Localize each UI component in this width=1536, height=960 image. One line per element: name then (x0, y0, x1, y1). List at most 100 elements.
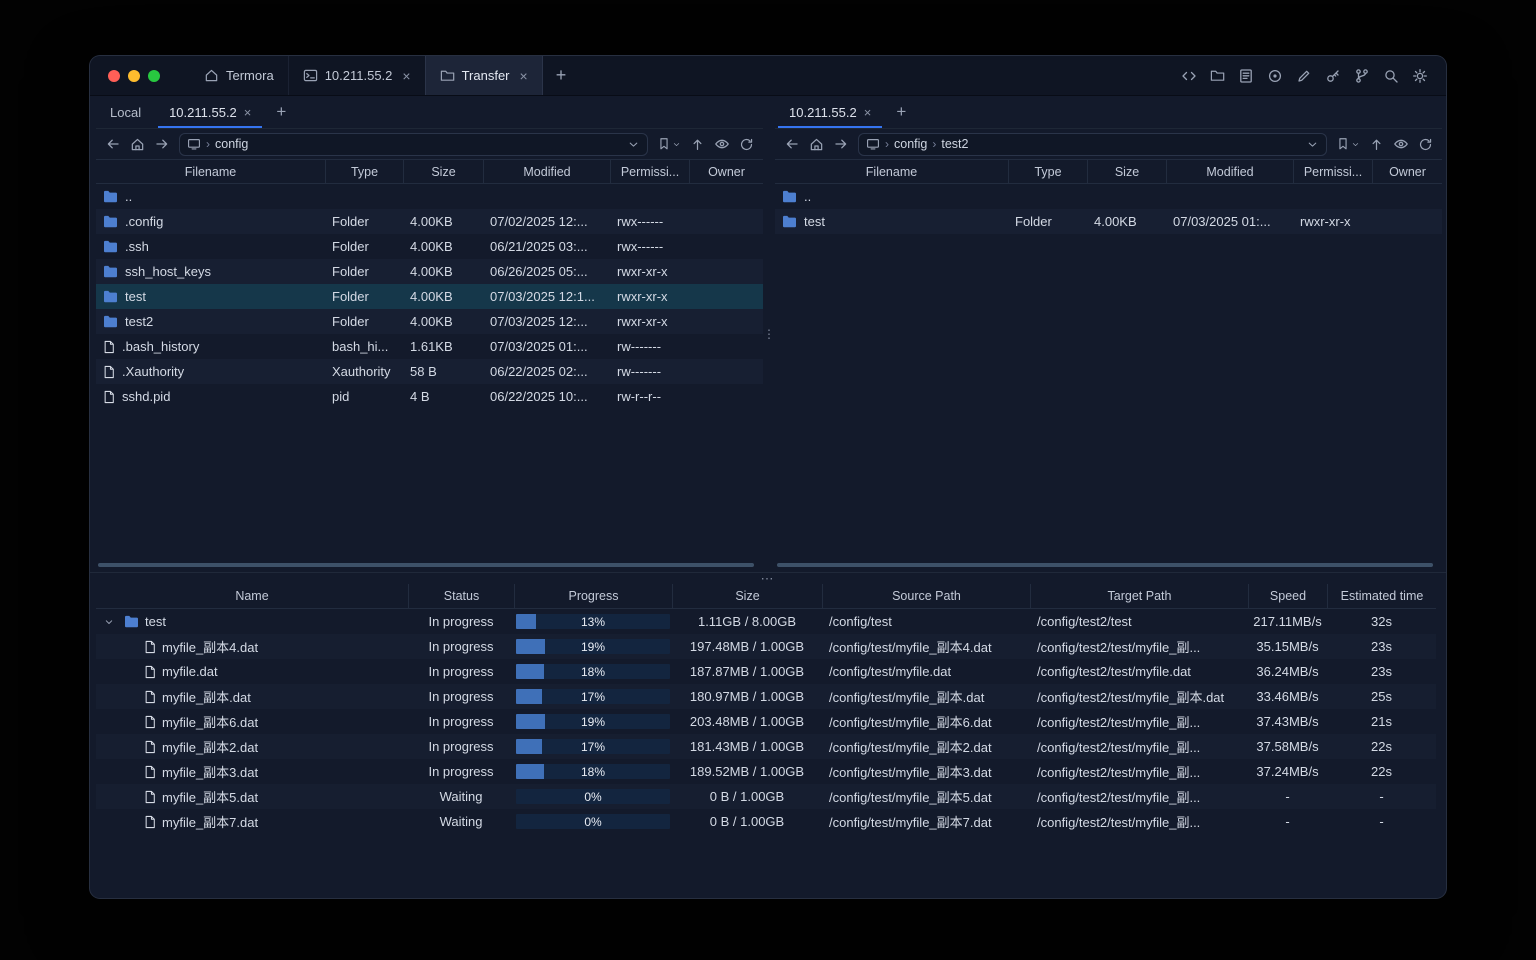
column-header-owner[interactable]: Owner (1372, 160, 1442, 183)
column-header-filename[interactable]: Filename (775, 160, 1008, 183)
horizontal-scrollbar[interactable] (777, 563, 1433, 567)
column-header-type[interactable]: Type (1008, 160, 1087, 183)
branch-icon[interactable] (1354, 68, 1370, 84)
column-header-modified[interactable]: Modified (483, 160, 610, 183)
zoom-window-button[interactable] (148, 69, 160, 82)
computer-icon (187, 137, 201, 151)
home-icon[interactable] (130, 137, 145, 152)
add-panel-tab-button[interactable]: + (885, 96, 917, 128)
panel-tab-10-211-55-2[interactable]: 10.211.55.2 × (775, 96, 885, 128)
close-icon[interactable]: × (864, 106, 872, 119)
breadcrumb-item[interactable]: config (894, 137, 927, 151)
file-permissions: rwxr-xr-x (1300, 214, 1351, 229)
new-tab-button[interactable]: + (543, 56, 580, 95)
transfer-row[interactable]: myfile_副本.dat In progress 17% 180.97MB /… (96, 684, 1436, 709)
column-header-source-path[interactable]: Source Path (822, 584, 1030, 608)
column-header-estimated-time[interactable]: Estimated time (1327, 584, 1436, 608)
code-icon[interactable] (1181, 68, 1197, 84)
transfer-row[interactable]: myfile.dat In progress 18% 187.87MB / 1.… (96, 659, 1436, 684)
chevron-down-icon[interactable] (627, 138, 640, 151)
file-permissions: rwx------ (617, 214, 664, 229)
column-header-permissi[interactable]: Permissi... (610, 160, 689, 183)
horizontal-scrollbar[interactable] (98, 563, 754, 567)
bookmark-group[interactable] (657, 137, 681, 151)
column-header-size[interactable]: Size (672, 584, 822, 608)
file-row[interactable]: .. (775, 184, 1442, 209)
column-header-progress[interactable]: Progress (514, 584, 672, 608)
file-row[interactable]: .config Folder 4.00KB 07/02/2025 12:... … (96, 209, 763, 234)
computer-icon (866, 137, 880, 151)
key-icon[interactable] (1325, 68, 1341, 84)
bookmark-caret-icon[interactable] (672, 140, 681, 149)
column-header-type[interactable]: Type (325, 160, 403, 183)
column-header-modified[interactable]: Modified (1166, 160, 1293, 183)
file-row[interactable]: .ssh Folder 4.00KB 06/21/2025 03:... rwx… (96, 234, 763, 259)
pencil-icon[interactable] (1296, 68, 1312, 84)
back-icon[interactable] (105, 136, 121, 152)
search-icon[interactable] (1383, 68, 1399, 84)
file-row[interactable]: .Xauthority Xauthority 58 B 06/22/2025 0… (96, 359, 763, 384)
show-hidden-icon[interactable] (1393, 136, 1409, 152)
panel-tab-10-211-55-2[interactable]: 10.211.55.2 × (155, 96, 265, 128)
column-header-size[interactable]: Size (1087, 160, 1166, 183)
doc-list-icon[interactable] (1238, 68, 1254, 84)
file-row[interactable]: ssh_host_keys Folder 4.00KB 06/26/2025 0… (96, 259, 763, 284)
transfer-row[interactable]: myfile_副本5.dat Waiting 0% 0 B / 1.00GB /… (96, 784, 1436, 809)
upload-icon[interactable] (690, 137, 705, 152)
bookmark-icon[interactable] (1336, 137, 1350, 151)
bookmark-icon[interactable] (657, 137, 671, 151)
file-row[interactable]: test Folder 4.00KB 07/03/2025 01:... rwx… (775, 209, 1442, 234)
forward-icon[interactable] (154, 136, 170, 152)
record-icon[interactable] (1267, 68, 1283, 84)
file-row[interactable]: sshd.pid pid 4 B 06/22/2025 10:... rw-r-… (96, 384, 763, 409)
file-type: pid (332, 389, 350, 404)
breadcrumb-item[interactable]: test2 (941, 137, 968, 151)
file-row[interactable]: .bash_history bash_hi... 1.61KB 07/03/20… (96, 334, 763, 359)
add-panel-tab-button[interactable]: + (265, 96, 297, 128)
close-icon[interactable]: × (244, 106, 252, 119)
transfer-row[interactable]: myfile_副本2.dat In progress 17% 181.43MB … (96, 734, 1436, 759)
bookmark-group[interactable] (1336, 137, 1360, 151)
close-icon[interactable]: × (402, 69, 410, 83)
path-field[interactable]: › config › test2 (858, 132, 1327, 156)
transfer-row[interactable]: test In progress 13% 1.11GB / 8.00GB /co… (96, 609, 1436, 634)
column-header-size[interactable]: Size (403, 160, 483, 183)
breadcrumb-item[interactable]: config (215, 137, 248, 151)
column-header-permissi[interactable]: Permissi... (1293, 160, 1372, 183)
main-tab-termora[interactable]: Termora (190, 56, 288, 95)
upload-icon[interactable] (1369, 137, 1384, 152)
minimize-window-button[interactable] (128, 69, 140, 82)
file-row[interactable]: .. (96, 184, 763, 209)
column-header-speed[interactable]: Speed (1248, 584, 1327, 608)
refresh-icon[interactable] (739, 137, 754, 152)
expand-chevron-icon[interactable] (100, 616, 118, 628)
path-field[interactable]: › config (179, 132, 648, 156)
file-row[interactable]: test Folder 4.00KB 07/03/2025 12:1... rw… (96, 284, 763, 309)
transfer-row[interactable]: myfile_副本7.dat Waiting 0% 0 B / 1.00GB /… (96, 809, 1436, 834)
column-header-status[interactable]: Status (408, 584, 514, 608)
column-header-owner[interactable]: Owner (689, 160, 763, 183)
transfer-splitter[interactable]: ⋯ (90, 571, 1446, 586)
main-tab-transfer[interactable]: Transfer × (424, 56, 543, 95)
column-header-filename[interactable]: Filename (96, 160, 325, 183)
chevron-down-icon[interactable] (1306, 138, 1319, 151)
transfer-row[interactable]: myfile_副本6.dat In progress 19% 203.48MB … (96, 709, 1436, 734)
transfer-row[interactable]: myfile_副本4.dat In progress 19% 197.48MB … (96, 634, 1436, 659)
back-icon[interactable] (784, 136, 800, 152)
close-icon[interactable]: × (520, 69, 528, 83)
gear-icon[interactable] (1412, 68, 1428, 84)
folder-outline-icon[interactable] (1210, 68, 1225, 83)
show-hidden-icon[interactable] (714, 136, 730, 152)
column-header-name[interactable]: Name (96, 584, 408, 608)
panel-splitter[interactable]: ⋮ (763, 96, 775, 572)
main-tab-10-211-55-2[interactable]: 10.211.55.2 × (287, 56, 425, 95)
refresh-icon[interactable] (1418, 137, 1433, 152)
panel-tab-local[interactable]: Local (96, 96, 155, 128)
forward-icon[interactable] (833, 136, 849, 152)
close-window-button[interactable] (108, 69, 120, 82)
transfer-row[interactable]: myfile_副本3.dat In progress 18% 189.52MB … (96, 759, 1436, 784)
bookmark-caret-icon[interactable] (1351, 140, 1360, 149)
column-header-target-path[interactable]: Target Path (1030, 584, 1248, 608)
home-icon[interactable] (809, 137, 824, 152)
file-row[interactable]: test2 Folder 4.00KB 07/03/2025 12:... rw… (96, 309, 763, 334)
